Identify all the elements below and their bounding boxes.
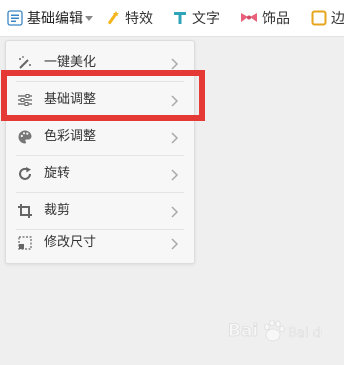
toolbar: 基础编辑 特效 文字 饰品 边 — [0, 0, 344, 37]
menu-item-color-adjust[interactable]: 色彩调整 — [6, 119, 194, 155]
resize-icon — [17, 235, 33, 251]
menu-item-label: 修改尺寸 — [44, 235, 97, 250]
crop-icon — [17, 203, 33, 219]
magic-wand-icon — [105, 10, 121, 26]
tab-basic-edit[interactable]: 基础编辑 — [7, 0, 93, 36]
tab-effects[interactable]: 特效 — [105, 0, 153, 36]
menu-item-label: 旋转 — [44, 166, 71, 181]
chevron-right-icon — [171, 236, 179, 250]
chevron-right-icon — [171, 56, 179, 70]
menu-item-label: 裁剪 — [44, 203, 71, 218]
menu-item-label: 色彩调整 — [44, 129, 97, 144]
tab-accessories[interactable]: 饰品 — [240, 0, 290, 36]
tab-label: 边 — [331, 11, 344, 27]
tab-label: 基础编辑 — [27, 11, 83, 27]
highlight-annotation-box — [1, 70, 205, 121]
border-icon — [311, 10, 327, 26]
bow-icon — [240, 10, 258, 26]
svg-text:Bai: Bai — [228, 321, 258, 341]
tab-border[interactable]: 边 — [311, 0, 344, 36]
tab-text[interactable]: 文字 — [172, 0, 220, 36]
text-icon — [172, 10, 188, 26]
chevron-down-icon — [85, 14, 93, 22]
chevron-right-icon — [171, 130, 179, 144]
watermark-text: Bai du 经验 — [288, 325, 322, 341]
edit-icon — [7, 10, 23, 26]
menu-item-resize[interactable]: 修改尺寸 — [6, 225, 194, 261]
menu-item-crop[interactable]: 裁剪 — [6, 193, 194, 229]
baidu-watermark: Bai Bai du 经验 — [226, 316, 344, 346]
tab-label: 饰品 — [262, 11, 290, 27]
chevron-right-icon — [171, 204, 179, 218]
palette-icon — [17, 129, 33, 145]
wand-sparkle-icon — [17, 55, 33, 71]
tab-label: 文字 — [192, 11, 220, 27]
menu-item-rotate[interactable]: 旋转 — [6, 156, 194, 192]
tab-label: 特效 — [125, 11, 153, 27]
chevron-right-icon — [171, 167, 179, 181]
rotate-icon — [17, 166, 33, 182]
